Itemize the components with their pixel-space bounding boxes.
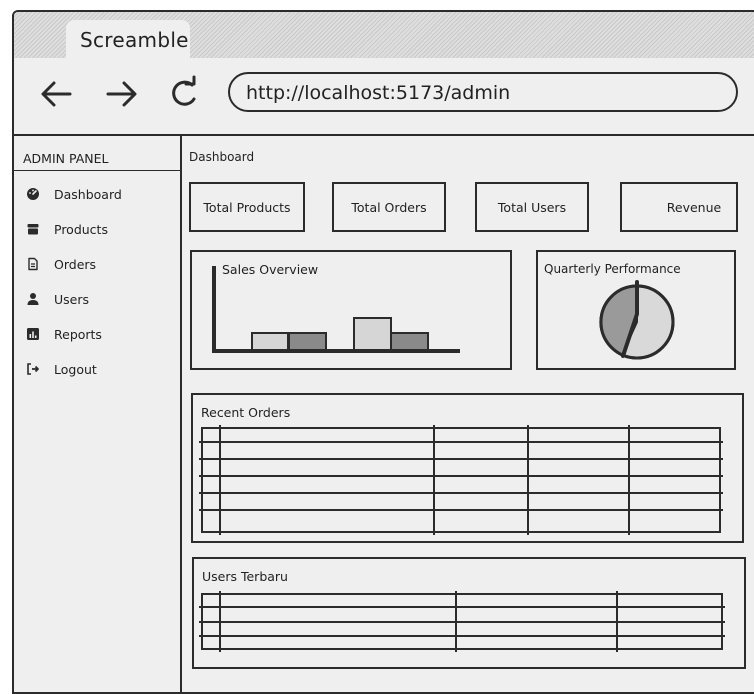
back-button[interactable]: [36, 74, 76, 114]
sales-overview-panel: Sales Overview: [190, 250, 512, 370]
sidebar-item-reports[interactable]: Reports: [14, 320, 180, 350]
sidebar-item-orders[interactable]: Orders: [14, 250, 180, 280]
stat-card-total-users[interactable]: Total Users: [475, 182, 589, 232]
table-column: [219, 591, 221, 652]
logout-icon: [27, 363, 39, 375]
arrow-left-icon: [41, 81, 72, 107]
chart-icon: [27, 328, 39, 340]
box-icon: [27, 224, 39, 235]
stat-card-total-orders[interactable]: Total Orders: [332, 182, 446, 232]
table-row: [199, 492, 723, 494]
sidebar-item-label: Dashboard: [54, 187, 122, 202]
sidebar-item-products[interactable]: Products: [14, 215, 180, 245]
chart-bar: [390, 332, 429, 351]
table-row: [199, 441, 723, 443]
chart-bar: [251, 332, 289, 351]
sales-chart: [212, 266, 460, 353]
card-label: Total Products: [203, 200, 291, 215]
sidebar-item-label: Reports: [54, 327, 102, 342]
table-column: [616, 591, 618, 652]
table-column: [219, 425, 221, 535]
sidebar-item-label: Logout: [54, 362, 97, 377]
document-icon: [28, 257, 38, 271]
recent-orders-table: [199, 425, 723, 535]
stat-card-revenue[interactable]: Revenue: [620, 182, 738, 232]
table-row: [199, 635, 725, 637]
arrow-right-icon: [106, 81, 137, 107]
table-row: [199, 606, 725, 608]
card-label: Total Orders: [351, 200, 427, 215]
table-row: [199, 621, 725, 623]
section-title: Recent Orders: [201, 405, 291, 420]
browser-tab[interactable]: Screamble: [66, 20, 190, 58]
table-column: [628, 425, 630, 535]
address-bar[interactable]: http://localhost:5173/admin: [228, 72, 738, 112]
forward-button[interactable]: [102, 74, 142, 114]
stat-card-total-products[interactable]: Total Products: [189, 182, 305, 232]
quarterly-performance-panel: Quarterly Performance: [536, 250, 736, 370]
user-icon: [27, 293, 39, 305]
navigation-bar: http://localhost:5173/admin: [14, 58, 754, 134]
quarterly-pie-chart: [599, 280, 675, 360]
table-row: [199, 509, 723, 511]
table-row: [199, 475, 723, 477]
table-column: [527, 425, 529, 535]
table-column: [455, 591, 457, 652]
tab-title: Screamble: [80, 28, 189, 52]
page-title: Dashboard: [189, 150, 255, 164]
sidebar-item-label: Products: [54, 222, 108, 237]
reload-button[interactable]: [164, 74, 204, 114]
sidebar: ADMIN PANEL Dashboard Products Orders Us…: [14, 136, 182, 692]
chart-bar: [288, 332, 327, 351]
users-latest-panel: Users Terbaru: [192, 557, 746, 669]
section-title: Users Terbaru: [202, 569, 288, 584]
sidebar-item-logout[interactable]: Logout: [14, 355, 180, 385]
tab-bar: Screamble: [14, 12, 754, 58]
reload-icon: [172, 75, 196, 106]
app-content: ADMIN PANEL Dashboard Products Orders Us…: [14, 136, 754, 692]
sidebar-item-dashboard[interactable]: Dashboard: [14, 180, 180, 210]
users-latest-table: [199, 591, 725, 652]
recent-orders-panel: Recent Orders: [191, 393, 744, 543]
browser-window: Screamble http://localhost:5173/admin AD…: [12, 10, 754, 694]
main-panel: Dashboard Total Products Total Orders To…: [182, 136, 754, 692]
divider: [14, 170, 180, 171]
sidebar-item-label: Orders: [54, 257, 97, 272]
url-text: http://localhost:5173/admin: [246, 82, 511, 104]
dashboard-icon: [27, 188, 39, 200]
card-label: Total Users: [497, 200, 567, 215]
card-label: Revenue: [666, 200, 722, 215]
sidebar-item-users[interactable]: Users: [14, 285, 180, 315]
table-column: [433, 425, 435, 535]
chart-bar: [353, 317, 392, 351]
sidebar-title: ADMIN PANEL: [23, 151, 109, 166]
sidebar-item-label: Users: [54, 292, 90, 307]
table-row: [199, 458, 723, 460]
